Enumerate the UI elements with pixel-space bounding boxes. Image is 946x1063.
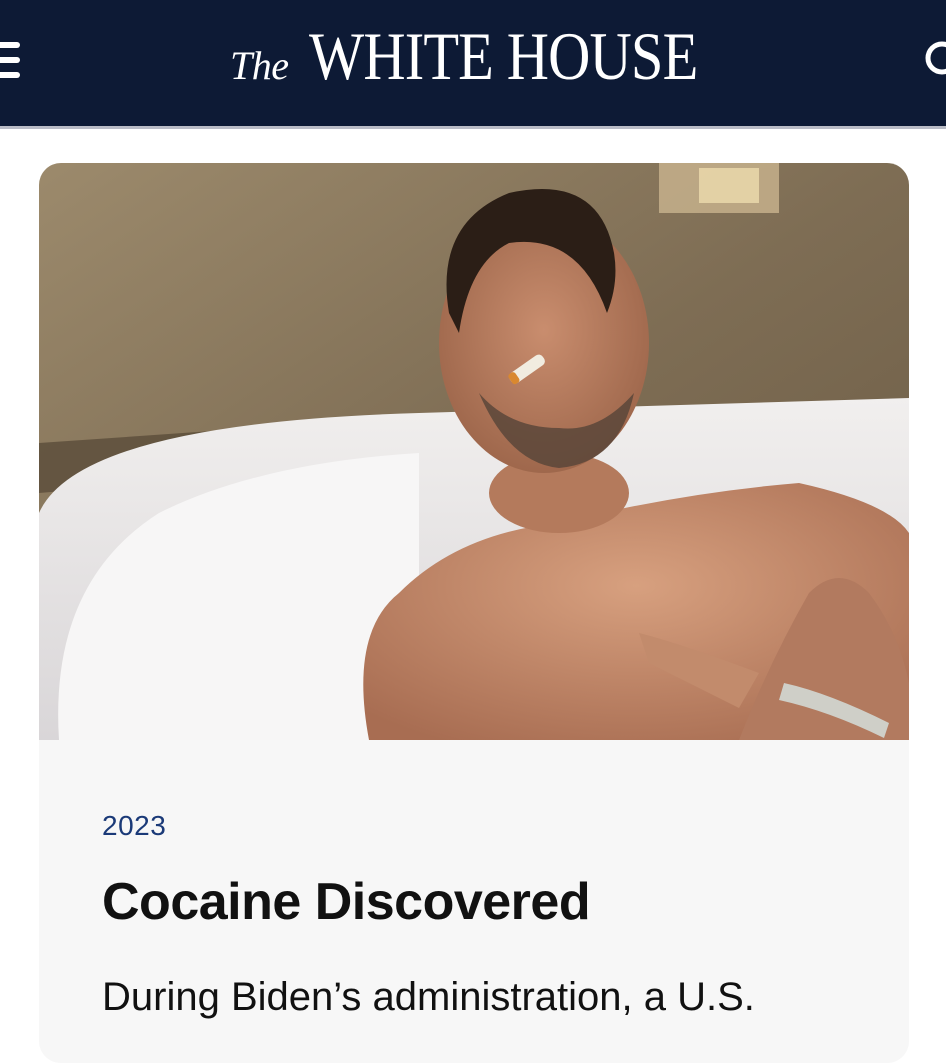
article-card[interactable]: 2023 Cocaine Discovered During Biden’s a… [39,163,909,1063]
hamburger-menu-icon[interactable] [0,42,22,78]
article-excerpt: During Biden’s administration, a U.S. [102,975,755,1019]
logo-prefix: The [230,43,289,88]
article-title[interactable]: Cocaine Discovered [102,872,591,932]
logo-name: WHITE HOUSE [308,18,698,94]
article-card-body: 2023 Cocaine Discovered During Biden’s a… [39,740,909,1063]
article-date: 2023 [102,810,167,841]
search-icon[interactable] [920,38,946,78]
site-header: The WHITE HOUSE [0,0,946,126]
header-divider [0,126,946,129]
site-logo[interactable]: The WHITE HOUSE [230,22,760,102]
article-image[interactable] [39,163,909,740]
